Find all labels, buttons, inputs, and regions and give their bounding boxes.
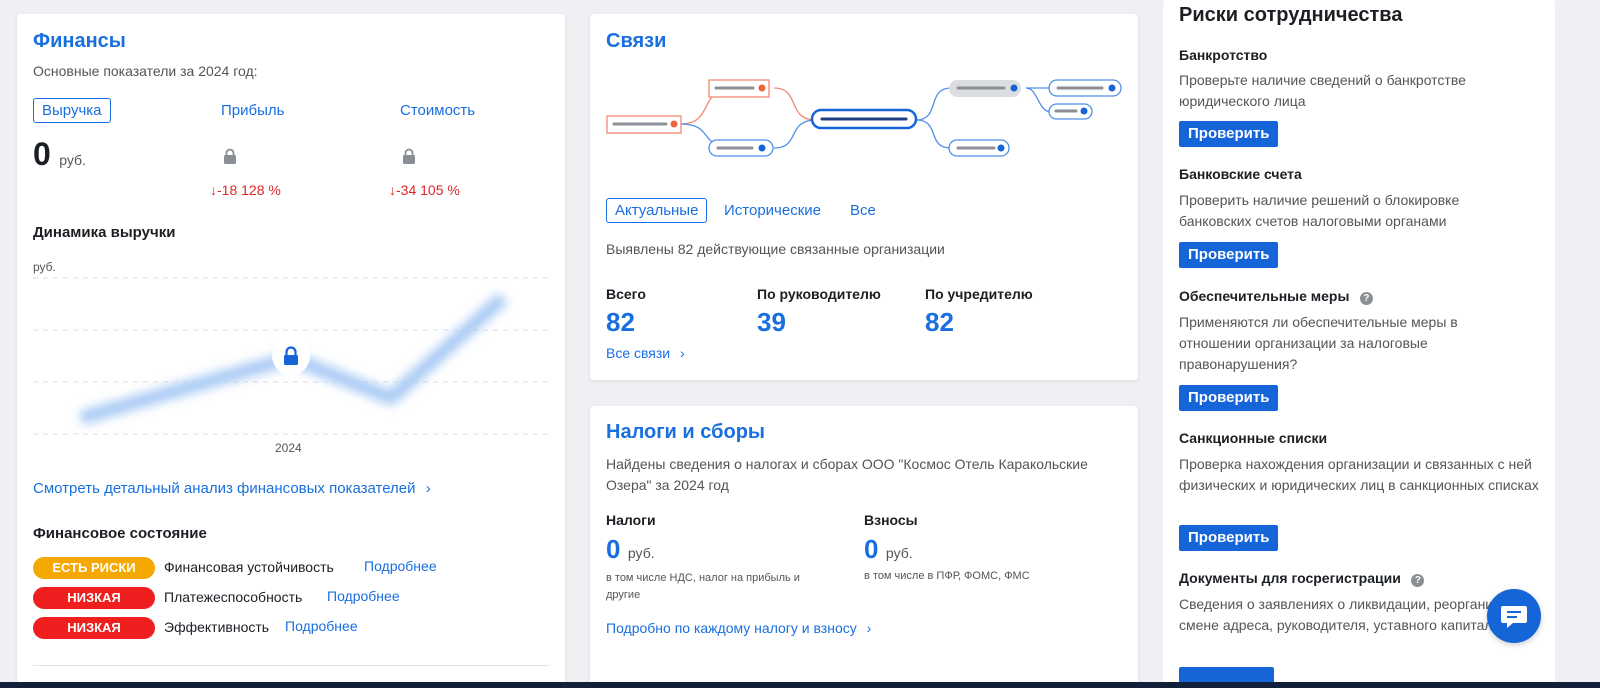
tab-profit[interactable]: Прибыль [221, 102, 284, 119]
chart-x-label: 2024 [275, 441, 302, 455]
revenue-chart [33, 277, 549, 435]
stat-label: Всего [606, 286, 646, 302]
check-button[interactable]: Проверить [1179, 385, 1279, 411]
help-icon[interactable]: ? [1411, 574, 1425, 587]
lock-icon [224, 148, 236, 164]
risk-desc: Проверка нахождения организации и связан… [1179, 456, 1539, 493]
risk-desc: Сведения о заявлениях о ликвидации, реор… [1179, 596, 1535, 633]
tab-all[interactable]: Все [850, 202, 876, 219]
dynamics-title: Динамика выручки [33, 224, 176, 241]
links-card: Связи Актуальные Исторические Все Выявле… [590, 14, 1138, 380]
tab-cost[interactable]: Стоимость [400, 102, 475, 119]
risk-title: Банковские счета [1179, 166, 1302, 182]
tab-current[interactable]: Актуальные [606, 198, 708, 223]
chevron-right-icon: › [425, 480, 431, 497]
risk-title-row: Обеспечительные меры ? [1179, 288, 1373, 306]
revenue-value: 0 руб. [33, 136, 86, 173]
taxes-detail-link[interactable]: Подробно по каждому налогу и взносу › [606, 620, 871, 636]
cost-change: ↓-34 105 % [389, 182, 460, 198]
revenue-unit: руб. [59, 152, 86, 168]
all-links-link[interactable]: Все связи › [606, 345, 685, 361]
contrib-number: 0 [864, 534, 879, 564]
stat-value[interactable]: 39 [757, 307, 786, 338]
profit-change: ↓-18 128 % [210, 182, 281, 198]
chart-axis-unit: руб. [33, 260, 56, 274]
all-links-link-text: Все связи [606, 345, 671, 361]
revenue-number: 0 [33, 136, 51, 172]
taxes-detail-link-text: Подробно по каждому налогу и взносу [606, 620, 857, 636]
state-label: Платежеспособность [164, 589, 303, 605]
taxes-note: в том числе НДС, налог на прибыль и друг… [606, 572, 800, 601]
risk-title: Документы для госрегистрации [1179, 570, 1401, 586]
help-icon[interactable]: ? [1359, 292, 1373, 305]
contrib-unit: руб. [885, 545, 913, 561]
stat-label: По учредителю [925, 286, 1033, 302]
finance-card: Финансы Основные показатели за 2024 год:… [17, 14, 565, 688]
taxes-label: Налоги [606, 512, 656, 528]
taxes-description: Найдены сведения о налогах и сборах ООО … [606, 456, 1088, 493]
state-more-link[interactable]: Подробнее [327, 588, 400, 604]
risk-title: Обеспечительные меры [1179, 288, 1350, 304]
taxes-number: 0 [606, 534, 621, 564]
bottom-bar [0, 682, 1600, 688]
contrib-value: 0 руб. [864, 534, 913, 565]
risks-title: Риски сотрудничества [1179, 4, 1403, 26]
risks-card: Риски сотрудничества Банкротство Проверь… [1163, 0, 1555, 688]
chevron-right-icon: › [866, 620, 872, 636]
check-button[interactable]: Проверить [1179, 121, 1279, 147]
divider [33, 665, 549, 666]
finance-detail-link-text: Смотреть детальный анализ финансовых пок… [33, 480, 416, 497]
risk-title: Банкротство [1179, 47, 1268, 63]
check-button[interactable]: Проверить [1179, 242, 1279, 268]
stat-value[interactable]: 82 [925, 307, 954, 338]
tab-revenue[interactable]: Выручка [33, 98, 111, 123]
contrib-label: Взносы [864, 512, 918, 528]
links-graph-illustration [606, 79, 1122, 157]
stat-value[interactable]: 82 [606, 307, 635, 338]
check-button[interactable]: Проверить [1179, 525, 1279, 551]
state-more-link[interactable]: Подробнее [364, 558, 437, 574]
risk-title-row: Документы для госрегистрации ? [1179, 570, 1425, 588]
state-label: Финансовая устойчивость [164, 559, 334, 575]
finance-title[interactable]: Финансы [33, 30, 126, 53]
status-badge: НИЗКАЯ [33, 587, 155, 609]
lock-icon [403, 148, 415, 164]
status-badge: ЕСТЬ РИСКИ [33, 557, 155, 579]
taxes-unit: руб. [627, 545, 655, 561]
taxes-title[interactable]: Налоги и сборы [606, 421, 765, 444]
financial-state-title: Финансовое состояние [33, 525, 207, 542]
status-badge: НИЗКАЯ [33, 617, 155, 639]
risk-desc: Проверьте наличие сведений о банкротстве… [1179, 72, 1466, 109]
risk-desc: Проверить наличие решений о блокировке б… [1179, 192, 1460, 229]
chevron-right-icon: › [680, 345, 685, 361]
risk-title: Санкционные списки [1179, 430, 1328, 446]
state-label: Эффективность [164, 619, 270, 635]
finance-subtitle: Основные показатели за 2024 год: [33, 63, 258, 79]
taxes-value: 0 руб. [606, 534, 655, 565]
finance-detail-link[interactable]: Смотреть детальный анализ финансовых пок… [33, 480, 431, 497]
links-found-text: Выявлены 82 действующие связанные органи… [606, 241, 945, 257]
chat-button[interactable] [1487, 589, 1541, 643]
stat-label: По руководителю [757, 286, 881, 302]
chat-icon [1501, 606, 1527, 628]
risk-desc: Применяются ли обеспечительные меры в от… [1179, 314, 1458, 372]
page-edge-border [1555, 0, 1600, 688]
contrib-note: в том числе в ПФР, ФОМС, ФМС [864, 570, 1030, 582]
tab-historical[interactable]: Исторические [724, 202, 821, 219]
links-title[interactable]: Связи [606, 30, 666, 53]
taxes-card: Налоги и сборы Найдены сведения о налога… [590, 406, 1138, 688]
state-more-link[interactable]: Подробнее [285, 618, 358, 634]
